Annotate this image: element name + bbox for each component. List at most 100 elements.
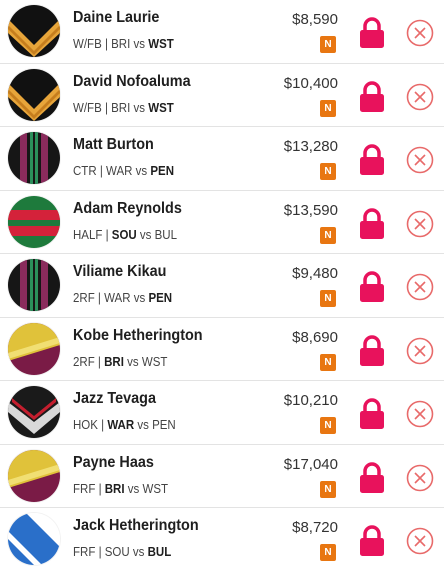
versus-label: vs	[137, 418, 149, 432]
status-badge: N	[320, 544, 336, 561]
player-position: FRF	[73, 545, 96, 559]
player-position: CTR	[73, 164, 97, 178]
jersey-avatar	[8, 449, 60, 502]
player-name[interactable]: David Nofoaluma	[73, 73, 191, 91]
player-meta: W/FB | BRI vs WST	[73, 37, 174, 51]
player-name[interactable]: Daine Laurie	[73, 9, 159, 27]
player-team: BRI	[104, 354, 124, 369]
player-price: $8,720	[292, 519, 338, 536]
versus-label: vs	[133, 291, 146, 305]
jersey-avatar	[8, 5, 60, 57]
jersey-avatar	[8, 195, 60, 248]
player-row[interactable]: Payne Haas FRF | BRI vs WST $17,040 N	[0, 445, 444, 508]
player-team: BRI	[111, 37, 131, 51]
player-team: BRI	[111, 100, 131, 115]
opponent-team: WST	[142, 481, 169, 496]
jersey-avatar	[8, 132, 60, 184]
lock-icon[interactable]	[359, 144, 385, 176]
player-row[interactable]: Jack Hetherington FRF | SOU vs BUL $8,72…	[0, 508, 444, 572]
remove-icon[interactable]	[406, 19, 434, 47]
player-name[interactable]: Adam Reynolds	[73, 200, 182, 218]
lock-icon[interactable]	[359, 207, 385, 240]
player-price: $8,590	[292, 11, 338, 28]
player-price: $9,480	[292, 265, 338, 282]
opponent-team: PEN	[148, 291, 173, 305]
versus-label: vs	[139, 227, 152, 242]
opponent-team: BUL	[154, 227, 178, 242]
player-price: $17,040	[283, 455, 338, 473]
opponent-team: BUL	[147, 545, 172, 559]
remove-icon[interactable]	[406, 273, 434, 301]
player-team: WAR	[104, 291, 131, 305]
remove-icon[interactable]	[406, 527, 434, 555]
opponent-team: WST	[148, 100, 174, 115]
lock-icon[interactable]	[359, 334, 385, 367]
remove-icon[interactable]	[406, 400, 434, 428]
remove-icon[interactable]	[406, 146, 434, 174]
player-meta: FRF | BRI vs WST	[73, 481, 169, 496]
lock-icon[interactable]	[359, 398, 385, 430]
player-name[interactable]: Kobe Hetherington	[73, 327, 203, 345]
status-badge: N	[320, 226, 336, 244]
lock-icon[interactable]	[359, 461, 385, 494]
player-meta: 2RF | BRI vs WST	[73, 354, 168, 369]
jersey-avatar	[8, 259, 60, 311]
player-meta: CTR | WAR vs PEN	[73, 164, 174, 178]
status-badge: N	[320, 290, 336, 307]
remove-icon[interactable]	[406, 464, 434, 492]
lock-icon[interactable]	[359, 271, 385, 303]
player-position: HOK	[73, 418, 98, 432]
player-name[interactable]: Payne Haas	[73, 454, 154, 472]
opponent-team: WST	[141, 354, 168, 369]
player-team: WAR	[107, 418, 135, 432]
player-meta: 2RF | WAR vs PEN	[73, 291, 173, 305]
player-price: $13,280	[283, 138, 338, 155]
player-position: 2RF	[73, 354, 95, 369]
remove-icon[interactable]	[406, 210, 434, 238]
player-price: $10,210	[283, 392, 338, 409]
player-list: Daine Laurie W/FB | BRI vs WST $8,590 N …	[0, 0, 444, 572]
status-badge: N	[320, 353, 336, 371]
player-row[interactable]: Jazz Tevaga HOK | WAR vs PEN $10,210 N	[0, 381, 444, 445]
player-position: FRF	[73, 481, 96, 496]
lock-icon[interactable]	[359, 80, 385, 113]
status-badge: N	[320, 417, 336, 434]
versus-label: vs	[133, 100, 146, 115]
player-row[interactable]: Viliame Kikau 2RF | WAR vs PEN $9,480 N	[0, 254, 444, 318]
player-row[interactable]: David Nofoaluma W/FB | BRI vs WST $10,40…	[0, 64, 444, 127]
status-badge: N	[320, 99, 336, 117]
remove-icon[interactable]	[406, 337, 434, 365]
versus-label: vs	[132, 545, 145, 559]
remove-icon[interactable]	[406, 83, 434, 111]
player-team: SOU	[111, 227, 137, 242]
player-position: W/FB	[73, 100, 102, 115]
lock-icon[interactable]	[359, 525, 385, 557]
player-meta: W/FB | BRI vs WST	[73, 100, 174, 115]
opponent-team: WST	[148, 37, 174, 51]
player-row[interactable]: Matt Burton CTR | WAR vs PEN $13,280 N	[0, 127, 444, 191]
player-name[interactable]: Matt Burton	[73, 136, 154, 154]
player-row[interactable]: Kobe Hetherington 2RF | BRI vs WST $8,69…	[0, 318, 444, 381]
player-row[interactable]: Daine Laurie W/FB | BRI vs WST $8,590 N	[0, 0, 444, 64]
player-name[interactable]: Jack Hetherington	[73, 517, 199, 535]
jersey-avatar	[8, 322, 60, 375]
jersey-avatar	[8, 386, 60, 438]
player-team: BRI	[104, 481, 125, 496]
player-row[interactable]: Adam Reynolds HALF | SOU vs BUL $13,590 …	[0, 191, 444, 254]
opponent-team: PEN	[150, 164, 174, 178]
versus-label: vs	[127, 481, 140, 496]
status-badge: N	[320, 480, 336, 498]
player-price: $8,690	[292, 328, 338, 346]
player-team: SOU	[104, 545, 130, 559]
player-meta: FRF | SOU vs BUL	[73, 545, 172, 559]
player-name[interactable]: Jazz Tevaga	[73, 390, 156, 408]
player-price: $10,400	[283, 74, 338, 92]
player-name[interactable]: Viliame Kikau	[73, 263, 166, 281]
player-team: WAR	[106, 164, 133, 178]
jersey-avatar	[8, 68, 60, 121]
versus-label: vs	[133, 37, 146, 51]
status-badge: N	[320, 163, 336, 180]
versus-label: vs	[127, 354, 139, 369]
opponent-team: PEN	[152, 418, 176, 432]
lock-icon[interactable]	[359, 17, 385, 49]
